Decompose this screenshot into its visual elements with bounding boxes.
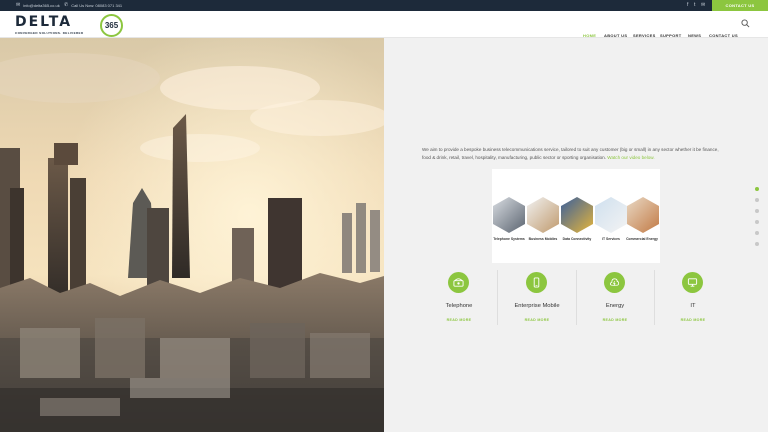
hex-label-it: IT Services (602, 237, 620, 241)
envelope-icon: ✉ (16, 2, 21, 8)
top-bar: ✉ info@delta365.co.uk ✆ Call Us Now: 080… (0, 0, 768, 11)
nav-contact-us[interactable]: CONTACT US (709, 33, 738, 38)
nav-support[interactable]: SUPPORT (660, 33, 681, 38)
hex-label-telephone: Telephone Systems (493, 237, 525, 241)
section-dot[interactable] (755, 187, 759, 191)
logo-badge: 365 (100, 14, 123, 37)
email-text: info@delta365.co.uk (23, 2, 60, 8)
intro-text: We aim to provide a bespoke business tel… (422, 146, 726, 162)
it-services-hex (595, 197, 627, 233)
nav-home[interactable]: HOME (583, 33, 596, 38)
phone-icon: ✆ (64, 2, 69, 8)
commercial-energy-hex (627, 197, 659, 233)
phone-text: Call Us Now: 08083 071 341 (71, 2, 123, 8)
service-telephone: Telephone READ MORE (420, 272, 498, 324)
read-more-link[interactable]: READ MORE (498, 318, 576, 322)
section-dot[interactable] (755, 231, 759, 235)
hex-label-energy: Commercial Energy (626, 237, 658, 241)
header: DELTA 365 CONVERGED SOLUTIONS. DELIVERED… (0, 11, 768, 38)
section-dot[interactable] (755, 242, 759, 246)
service-enterprise-mobile: Enterprise Mobile READ MORE (498, 272, 576, 324)
section-dot[interactable] (755, 220, 759, 224)
service-title: Telephone (445, 303, 473, 309)
read-more-link[interactable]: READ MORE (576, 318, 654, 322)
energy-icon[interactable] (604, 272, 625, 293)
section-dot[interactable] (755, 198, 759, 202)
telephone-icon[interactable] (448, 272, 469, 293)
search-icon[interactable] (741, 19, 750, 28)
facebook-icon[interactable]: f (687, 2, 688, 8)
mobile-icon[interactable] (526, 272, 547, 293)
nav-about-us[interactable]: ABOUT US (604, 33, 627, 38)
data-connectivity-hex (561, 197, 593, 233)
service-it: IT READ MORE (654, 272, 732, 324)
contact-us-button[interactable]: CONTACT US (712, 0, 768, 11)
nav-news[interactable]: NEWS (688, 33, 701, 38)
logo-tagline: CONVERGED SOLUTIONS. DELIVERED (15, 31, 84, 35)
telephone-systems-hex (493, 197, 525, 233)
email-icon[interactable]: ✉ (701, 2, 705, 8)
services-hexagon-image: Telephone Systems Business Mobiles Data … (492, 169, 660, 263)
section-dot[interactable] (755, 209, 759, 213)
business-mobiles-hex (527, 197, 559, 233)
watch-video-link[interactable]: Watch our video below. (607, 155, 654, 160)
logo[interactable]: DELTA 365 CONVERGED SOLUTIONS. DELIVERED (15, 14, 125, 37)
hex-label-data: Data Connectivity (562, 237, 592, 241)
intro-body: We aim to provide a bespoke business tel… (422, 147, 719, 160)
email-info[interactable]: ✉ info@delta365.co.uk (16, 2, 60, 8)
nav-services[interactable]: SERVICES (633, 33, 656, 38)
service-title: Enterprise Mobile (514, 303, 560, 309)
hero-city-image (0, 38, 384, 432)
read-more-link[interactable]: READ MORE (654, 318, 732, 322)
logo-word: DELTA (15, 14, 73, 30)
hex-label-mobiles: Business Mobiles (528, 237, 558, 241)
phone-info[interactable]: ✆ Call Us Now: 08083 071 341 (64, 2, 122, 8)
service-energy: Energy READ MORE (576, 272, 654, 324)
twitter-icon[interactable]: t (694, 2, 695, 8)
service-title: Energy (605, 303, 625, 309)
it-icon[interactable] (682, 272, 703, 293)
read-more-link[interactable]: READ MORE (420, 318, 498, 322)
service-title: IT (690, 303, 696, 309)
